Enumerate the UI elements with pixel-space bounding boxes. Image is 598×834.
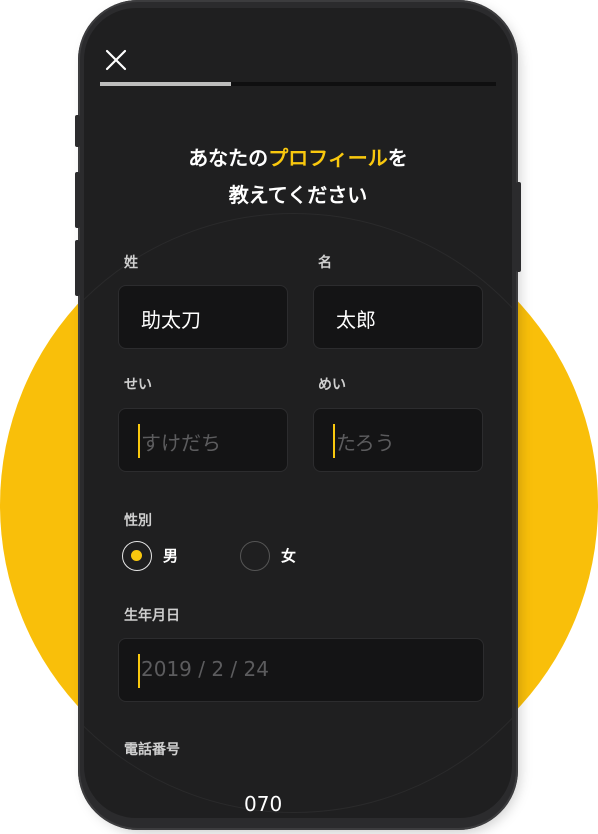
first-name-kana-label: めい bbox=[318, 377, 346, 393]
first-name-kana-field[interactable]: たろう bbox=[313, 408, 483, 472]
page-title: あなたのプロフィールを 教えてください bbox=[84, 140, 512, 214]
phone-power-button bbox=[516, 182, 521, 272]
birthday-field[interactable]: 2019 / 2 / 24 bbox=[118, 638, 484, 702]
gender-radio-male[interactable] bbox=[122, 541, 152, 571]
first-name-kana-placeholder: たろう bbox=[336, 431, 395, 455]
close-icon bbox=[105, 49, 127, 71]
last-name-kana-field[interactable]: すけだち bbox=[118, 408, 288, 472]
close-button[interactable] bbox=[102, 46, 130, 74]
first-name-value: 太郎 bbox=[336, 308, 376, 332]
text-cursor bbox=[333, 424, 335, 458]
first-name-label: 名 bbox=[318, 255, 332, 271]
text-cursor bbox=[138, 654, 140, 688]
title-highlight: プロフィール bbox=[268, 146, 388, 170]
gender-option-male-label: 男 bbox=[163, 547, 179, 565]
birthday-placeholder: 2019 / 2 / 24 bbox=[141, 657, 269, 681]
phone-value[interactable]: 070 bbox=[244, 792, 282, 816]
gender-label: 性別 bbox=[124, 513, 152, 529]
birthday-label: 生年月日 bbox=[124, 608, 180, 624]
last-name-kana-label: せい bbox=[124, 377, 152, 393]
title-text: あなたの bbox=[188, 146, 269, 170]
last-name-label: 姓 bbox=[124, 255, 138, 271]
progress-bar bbox=[100, 82, 496, 86]
radio-selected-dot bbox=[131, 550, 142, 561]
phone-volume-up-button bbox=[75, 172, 80, 228]
title-line-2: 教えてください bbox=[228, 183, 368, 207]
first-name-field[interactable]: 太郎 bbox=[313, 285, 483, 349]
phone-label: 電話番号 bbox=[124, 742, 180, 758]
last-name-field[interactable]: 助太刀 bbox=[118, 285, 288, 349]
gender-option-female-label: 女 bbox=[281, 547, 297, 565]
title-line-1: あなたのプロフィールを bbox=[84, 140, 512, 177]
last-name-kana-placeholder: すけだち bbox=[141, 431, 221, 455]
gender-radio-female[interactable] bbox=[240, 541, 270, 571]
app-screen: あなたのプロフィールを 教えてください 姓 名 助太刀 太郎 せい めい すけだ… bbox=[84, 8, 512, 818]
phone-volume-down-button bbox=[75, 240, 80, 296]
last-name-value: 助太刀 bbox=[141, 308, 201, 332]
progress-bar-fill bbox=[100, 82, 231, 86]
phone-silent-switch bbox=[75, 115, 80, 147]
title-text: を bbox=[387, 146, 408, 170]
text-cursor bbox=[138, 424, 140, 458]
